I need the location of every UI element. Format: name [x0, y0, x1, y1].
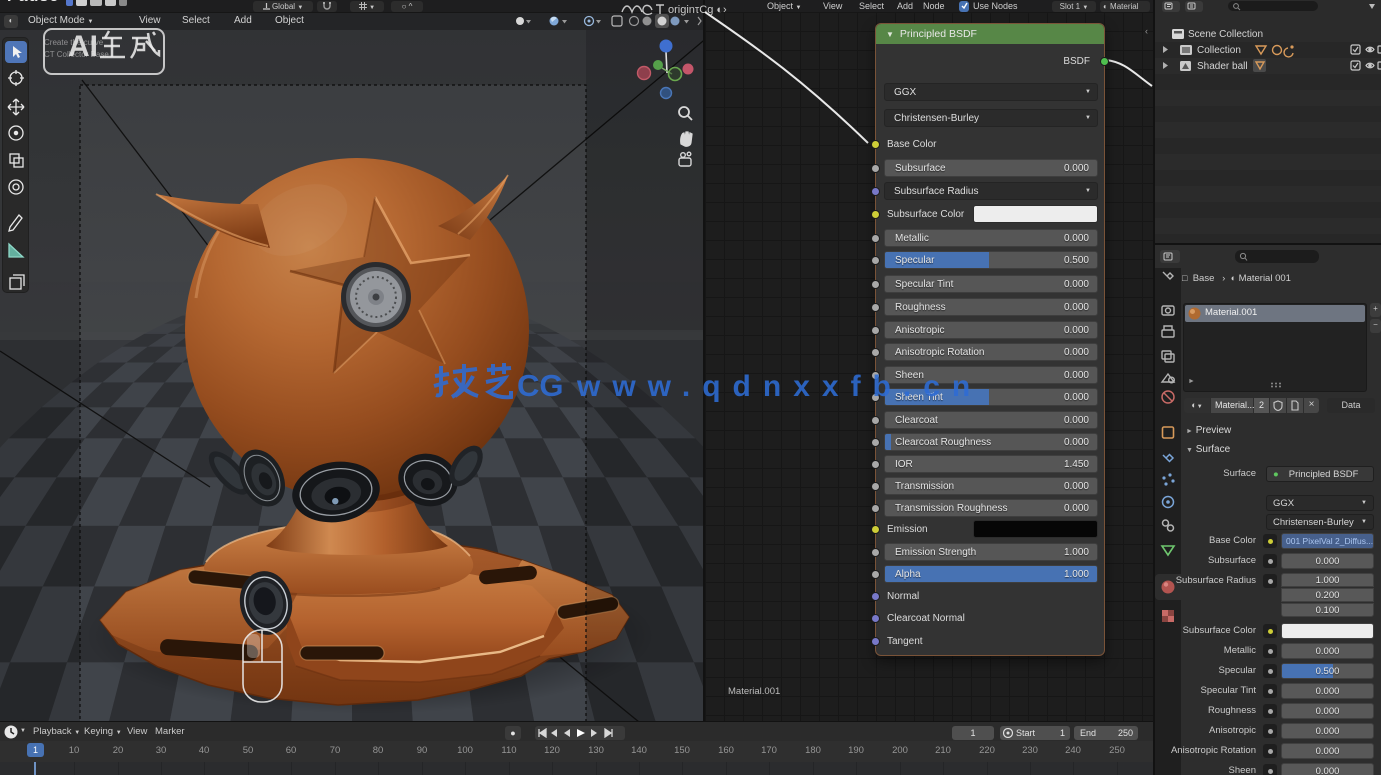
- svg-text:originτCg ◐›: originτCg ◐›: [668, 4, 727, 16]
- svg-text:CG: CG: [517, 368, 564, 403]
- svg-text:www.qdnxxfb.cn: www.qdnxxfb.cn: [576, 370, 982, 403]
